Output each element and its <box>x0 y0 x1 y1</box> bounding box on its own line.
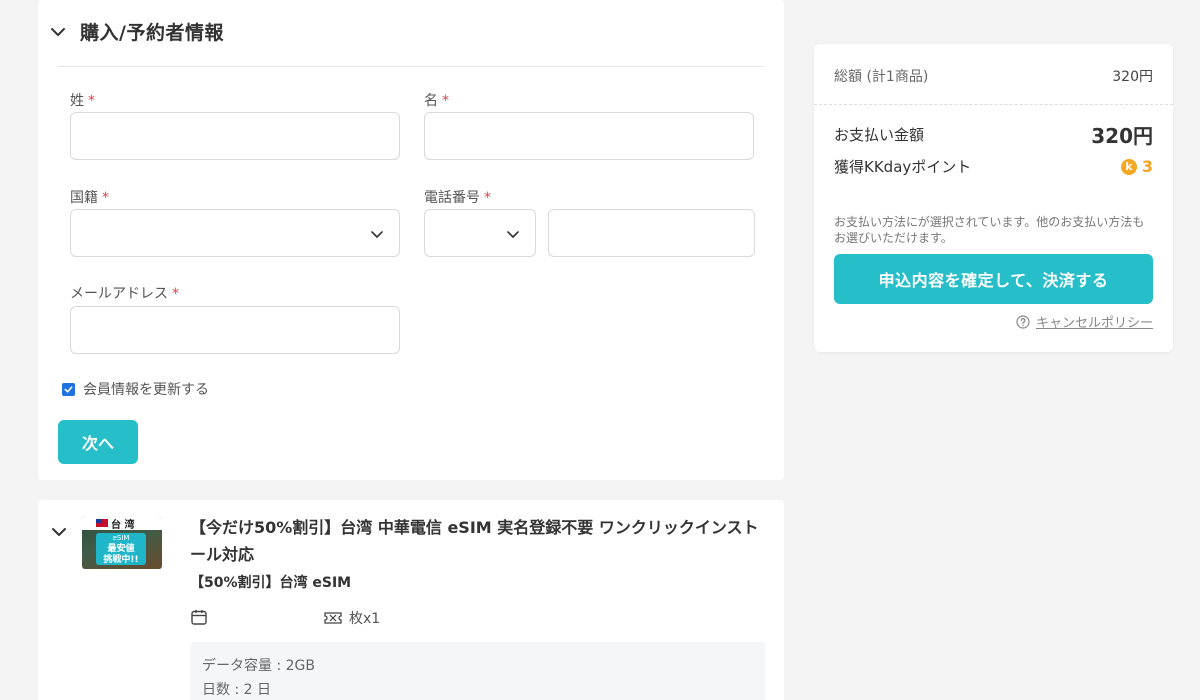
thumbnail-badge-line2: 挑戦中!! <box>103 554 139 565</box>
confirm-pay-button[interactable]: 申込内容を確定して、決済する <box>834 254 1153 304</box>
points-label: 獲得KKdayポイント <box>834 158 972 176</box>
total-label: 総額 (計1商品) <box>834 69 929 85</box>
product-quantity: 枚x1 <box>323 608 380 628</box>
update-member-row: 会員情報を更新する <box>62 379 209 399</box>
last-name-label: 姓 * <box>70 90 95 110</box>
nationality-select[interactable] <box>70 209 400 257</box>
calendar-icon <box>191 610 207 625</box>
product-quantity-value: 枚x1 <box>349 611 381 627</box>
product-detail-box: データ容量 : 2GB 日数 : 2 日 <box>190 642 765 700</box>
dashed-divider <box>814 104 1173 105</box>
points-value: 3 <box>1141 157 1153 176</box>
phone-label: 電話番号 * <box>424 187 491 207</box>
booker-info-card: 購入/予約者情報 姓 * 名 * 国籍 * 電話番号 * メールアドレス * 会員情報を更… <box>38 0 784 480</box>
product-thumbnail: 台 湾 eSIM 最安値 挑戦中!! <box>82 516 162 569</box>
divider <box>58 66 764 67</box>
required-mark: * <box>88 93 95 109</box>
points-row: 獲得KKdayポイント k 3 <box>834 156 1153 177</box>
phone-label-text: 電話番号 <box>424 190 480 206</box>
thumbnail-flag-bar: 台 湾 <box>82 516 162 531</box>
thumbnail-esim: eSIM <box>112 533 130 542</box>
thumbnail-flag-text: 台 湾 <box>111 519 135 531</box>
payment-method-note: お支払い方法にが選択されています。他のお支払い方法もお選びいただけます。 <box>834 215 1145 245</box>
payment-value: 320円 <box>1091 124 1153 148</box>
payment-label: お支払い金額 <box>834 126 925 144</box>
first-name-label: 名 * <box>424 90 449 110</box>
product-card: 台 湾 eSIM 最安値 挑戦中!! 【今だけ50%割引】台湾 中華電信 eSI… <box>38 500 784 700</box>
payment-row: お支払い金額 320円 <box>834 120 1153 149</box>
last-name-input[interactable] <box>70 112 400 160</box>
nationality-label-text: 国籍 <box>70 190 98 206</box>
next-button[interactable]: 次へ <box>58 420 138 464</box>
update-member-checkbox[interactable] <box>62 382 75 396</box>
required-mark: * <box>442 93 449 109</box>
section-title: 購入/予約者情報 <box>80 22 224 44</box>
thumbnail-badge: eSIM 最安値 挑戦中!! <box>96 533 146 565</box>
cancel-policy-link[interactable]: キャンセルポリシー <box>1016 312 1153 331</box>
cancel-policy-text[interactable]: キャンセルポリシー <box>1036 312 1153 331</box>
points-value-group: k 3 <box>1120 157 1153 176</box>
order-summary-card: 総額 (計1商品) 320円 お支払い金額 320円 獲得KKdayポイント k… <box>814 44 1173 352</box>
product-subtitle: 【50%割引】台湾 eSIM <box>190 575 352 591</box>
email-label-text: メールアドレス <box>70 286 168 302</box>
booker-info-header[interactable]: 購入/予約者情報 <box>50 18 224 45</box>
email-label: メールアドレス * <box>70 283 179 303</box>
email-input[interactable] <box>70 306 400 354</box>
chevron-down-icon[interactable] <box>50 24 66 40</box>
check-icon <box>64 385 73 393</box>
detail-capacity: データ容量 : 2GB <box>202 658 315 674</box>
chevron-down-icon <box>371 231 383 238</box>
chevron-down-icon[interactable] <box>51 524 67 540</box>
update-member-label: 会員情報を更新する <box>83 382 209 398</box>
kkday-coin-icon: k <box>1120 158 1137 175</box>
ticket-icon <box>324 612 342 624</box>
last-name-label-text: 姓 <box>70 93 84 109</box>
chevron-down-icon <box>507 231 519 238</box>
first-name-input[interactable] <box>424 112 754 160</box>
phone-number-input[interactable] <box>548 209 755 257</box>
required-mark: * <box>484 190 491 206</box>
required-mark: * <box>172 286 179 302</box>
required-mark: * <box>102 190 109 206</box>
detail-days: 日数 : 2 日 <box>202 682 271 698</box>
first-name-label-text: 名 <box>424 93 438 109</box>
total-value: 320円 <box>1112 69 1153 85</box>
question-circle-icon <box>1016 314 1030 329</box>
taiwan-flag-icon <box>96 519 108 527</box>
nationality-label: 国籍 * <box>70 187 109 207</box>
total-row: 総額 (計1商品) 320円 <box>834 66 1153 86</box>
product-date <box>190 608 214 626</box>
thumbnail-badge-line1: 最安値 <box>107 543 135 554</box>
product-title[interactable]: 【今だけ50%割引】台湾 中華電信 eSIM 実名登録不要 ワンクリックインスト… <box>190 514 770 568</box>
country-code-select[interactable] <box>424 209 536 257</box>
